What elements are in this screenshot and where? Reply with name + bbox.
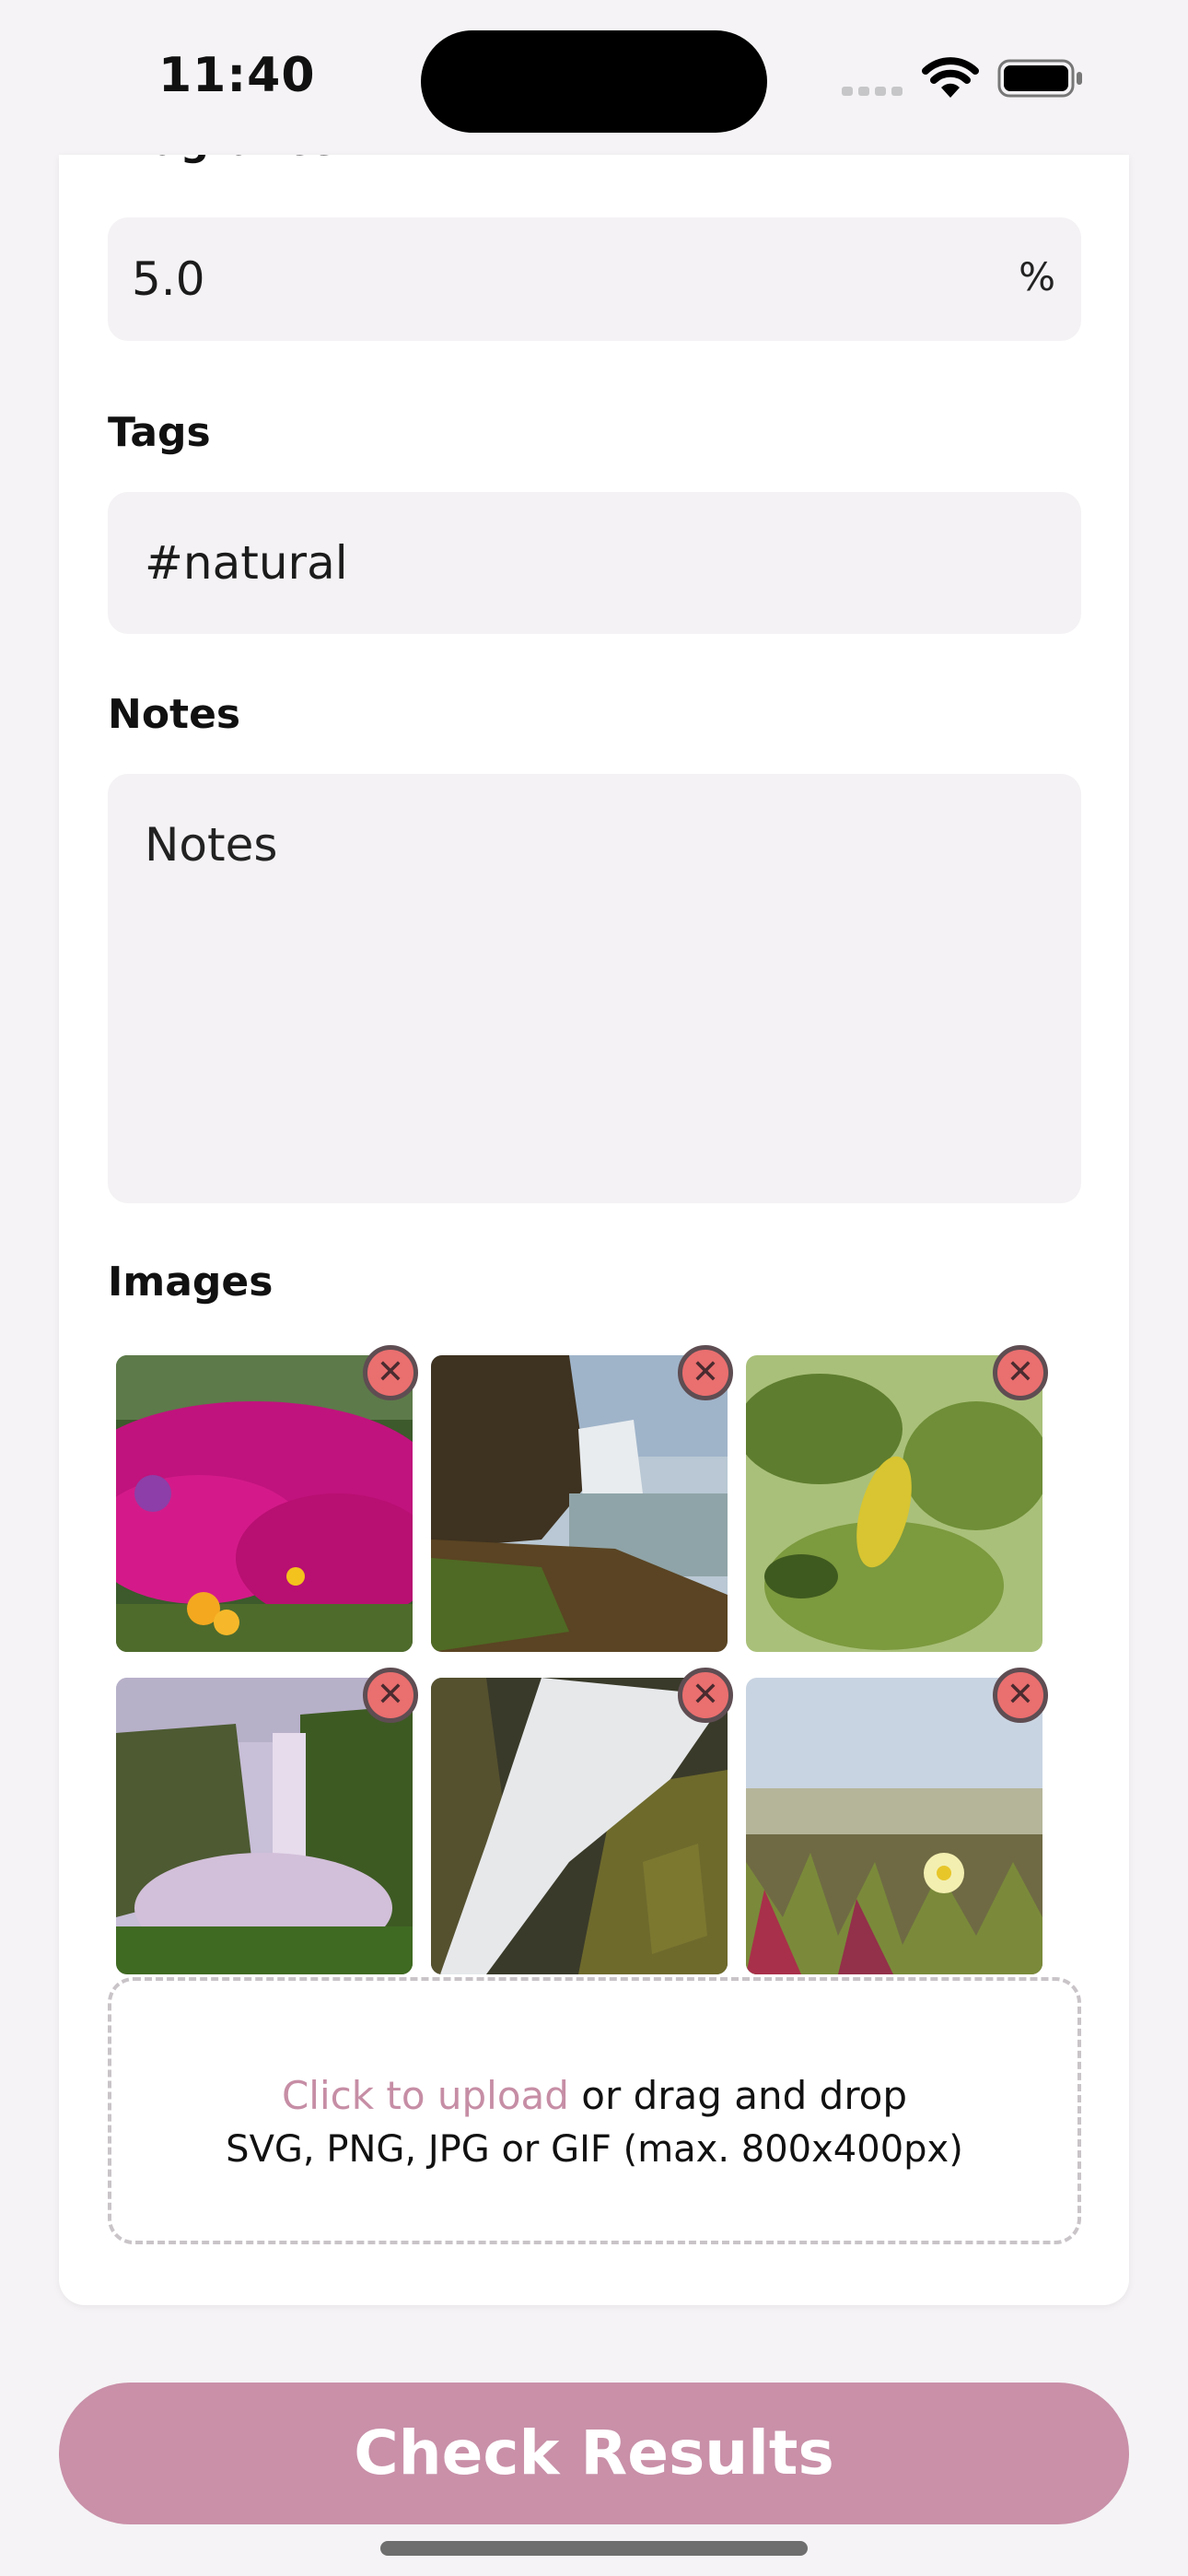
notes-label: Notes: [108, 691, 241, 738]
tags-label: Tags: [108, 409, 211, 456]
remove-image-2-button[interactable]: ✕: [678, 1345, 733, 1400]
battery-icon: [997, 59, 1084, 98]
form-card: Fragrance 5.0 % Tags #natural Notes Note…: [59, 155, 1129, 2305]
dynamic-island: [421, 30, 767, 133]
wifi-icon: [921, 57, 980, 100]
image-thumbnail-5[interactable]: [431, 1678, 728, 1974]
waterfall-coast-photo-icon: [431, 1355, 728, 1652]
remove-image-3-button[interactable]: ✕: [993, 1345, 1048, 1400]
leaves-photo-icon: [746, 1355, 1042, 1652]
image-thumbnail-1[interactable]: [116, 1355, 413, 1652]
percent-suffix: %: [1019, 254, 1055, 299]
waterfall-valley-photo-icon: [116, 1678, 413, 1974]
waterfall-closeup-photo-icon: [431, 1678, 728, 1974]
upload-instruction: Click to upload or drag and drop: [111, 2073, 1077, 2118]
images-label: Images: [108, 1259, 274, 1306]
upload-dropzone[interactable]: Click to upload or drag and drop SVG, PN…: [108, 1977, 1081, 2244]
click-to-upload-link[interactable]: Click to upload: [282, 2073, 569, 2118]
notes-textarea[interactable]: Notes: [108, 774, 1081, 1203]
tags-input[interactable]: #natural: [108, 492, 1081, 634]
remove-image-5-button[interactable]: ✕: [678, 1668, 733, 1723]
image-thumbnail-2[interactable]: [431, 1355, 728, 1652]
fragrance-input[interactable]: 5.0 %: [108, 217, 1081, 341]
notes-placeholder: Notes: [145, 818, 278, 872]
check-results-button[interactable]: Check Results: [59, 2383, 1129, 2524]
image-thumbnail-3[interactable]: [746, 1355, 1042, 1652]
image-thumbnail-6[interactable]: [746, 1678, 1042, 1974]
upload-format-hint: SVG, PNG, JPG or GIF (max. 800x400px): [226, 2128, 963, 2171]
drag-drop-text: or drag and drop: [568, 2073, 908, 2118]
succulent-flower-photo-icon: [746, 1678, 1042, 1974]
tags-value: #natural: [145, 536, 348, 590]
remove-image-4-button[interactable]: ✕: [363, 1668, 418, 1723]
image-thumbnail-4[interactable]: [116, 1678, 413, 1974]
remove-image-6-button[interactable]: ✕: [993, 1668, 1048, 1723]
status-bar: 11:40: [0, 0, 1188, 157]
home-indicator: [380, 2541, 808, 2556]
flowers-photo-icon: [116, 1355, 413, 1652]
fragrance-value: 5.0: [132, 252, 205, 306]
status-time: 11:40: [158, 48, 316, 103]
remove-image-1-button[interactable]: ✕: [363, 1345, 418, 1400]
cellular-signal-icon: [842, 83, 906, 98]
fragrance-label: Fragrance: [108, 155, 337, 165]
